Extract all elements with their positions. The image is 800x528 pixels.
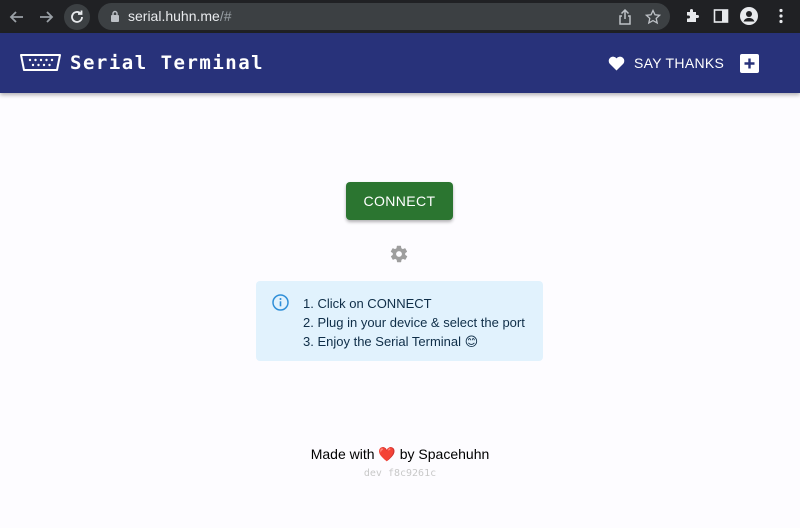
plus-icon	[744, 58, 755, 69]
menu-icon[interactable]	[771, 6, 791, 26]
info-icon	[272, 294, 289, 311]
side-panel-icon[interactable]	[711, 6, 731, 26]
browser-toolbar: serial.huhn.me/#	[0, 0, 800, 33]
app-header: Serial Terminal SAY THANKS	[0, 33, 800, 93]
profile-icon[interactable]	[739, 6, 759, 26]
version-label: dev f8c9261c	[363, 468, 437, 479]
instruction-step: 3. Enjoy the Serial Terminal 😊	[303, 334, 479, 349]
heart-icon	[608, 56, 625, 70]
address-bar[interactable]: serial.huhn.me/#	[98, 3, 670, 30]
star-icon[interactable]	[644, 8, 662, 26]
footer-made-suffix[interactable]: by Spacehuhn	[400, 446, 490, 462]
red-heart-icon: ❤️	[378, 446, 396, 462]
instruction-step: 2. Plug in your device & select the port	[303, 315, 525, 330]
back-arrow-icon[interactable]	[6, 6, 28, 28]
url-text[interactable]: serial.huhn.me/#	[128, 8, 232, 24]
serial-port-icon	[20, 54, 61, 71]
extensions-icon[interactable]	[682, 6, 702, 26]
add-button[interactable]	[740, 54, 759, 73]
url-path: /#	[219, 8, 232, 24]
instructions-list: 1. Click on CONNECT 2. Plug in your devi…	[303, 294, 525, 351]
share-icon[interactable]	[616, 8, 634, 26]
forward-arrow-icon[interactable]	[35, 6, 57, 28]
lock-icon[interactable]	[110, 10, 120, 22]
connect-button[interactable]: CONNECT	[346, 182, 453, 220]
footer-made-prefix: Made with	[310, 446, 375, 462]
say-thanks-label: SAY THANKS	[634, 55, 725, 71]
app-title: Serial Terminal	[70, 52, 265, 74]
reload-icon[interactable]	[64, 4, 90, 30]
footer-credit: Made with ❤️ by Spacehuhn	[0, 446, 800, 463]
instruction-step: 1. Click on CONNECT	[303, 296, 432, 311]
url-host: serial.huhn.me	[128, 8, 220, 24]
gear-icon[interactable]	[389, 244, 409, 264]
instructions-box: 1. Click on CONNECT 2. Plug in your devi…	[256, 281, 543, 361]
say-thanks-button[interactable]: SAY THANKS	[602, 49, 730, 77]
